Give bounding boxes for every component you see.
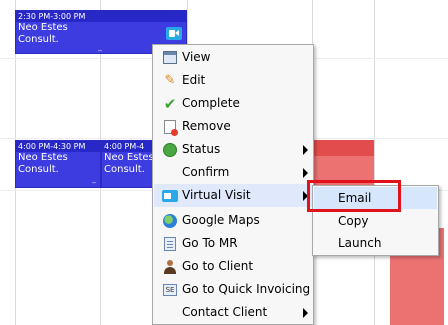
menu-item-confirm[interactable]: Confirm xyxy=(154,161,312,184)
appointment-type: Consult. xyxy=(104,164,145,175)
highlight-annotation-box xyxy=(307,180,401,212)
appointment-time: 4:00 PM-4:30 PM xyxy=(16,141,100,152)
menu-item-label: Edit xyxy=(182,73,206,87)
menu-item-label: Complete xyxy=(182,96,240,110)
menu-item-status[interactable]: Status xyxy=(154,138,312,161)
resize-handle[interactable]: _ xyxy=(92,174,96,183)
submenu-item-copy[interactable]: Copy xyxy=(314,210,437,232)
globe-icon xyxy=(162,213,178,228)
appointment-time: 4:00 PM-4 xyxy=(102,141,155,152)
menu-item-label: View xyxy=(182,50,211,64)
status-block[interactable] xyxy=(312,140,374,156)
resize-handle[interactable]: _ xyxy=(98,42,102,51)
menu-item-label: Remove xyxy=(182,119,231,133)
appointment-context-menu: View ✎ Edit ✔ Complete Remove Status Con… xyxy=(152,44,314,325)
menu-item-remove[interactable]: Remove xyxy=(154,115,312,138)
video-camera-icon xyxy=(162,188,178,203)
view-icon xyxy=(162,50,178,65)
grid-line xyxy=(374,0,375,325)
menu-item-quick-invoicing[interactable]: SE Go to Quick Invoicing xyxy=(154,278,312,301)
menu-item-edit[interactable]: ✎ Edit xyxy=(154,69,312,92)
submenu-item-launch[interactable]: Launch xyxy=(314,232,437,254)
document-icon xyxy=(162,236,178,251)
menu-item-label: Contact Client xyxy=(182,305,268,319)
menu-item-view[interactable]: View xyxy=(154,46,312,69)
menu-item-go-to-mr[interactable]: Go To MR xyxy=(154,232,312,255)
menu-item-label: Go To MR xyxy=(182,236,238,250)
menu-item-virtual-visit[interactable]: Virtual Visit xyxy=(154,184,312,207)
appointment-client: Neo Estes xyxy=(18,22,68,33)
submenu-arrow-icon xyxy=(303,168,308,178)
menu-item-label: Go to Client xyxy=(182,259,254,273)
invoice-icon: SE xyxy=(162,282,178,297)
menu-item-go-to-client[interactable]: Go to Client xyxy=(154,255,312,278)
submenu-arrow-icon xyxy=(303,145,308,155)
appointment-client: Neo Estes xyxy=(18,152,68,163)
menu-item-contact-client[interactable]: Contact Client xyxy=(154,301,312,324)
remove-icon xyxy=(162,119,178,136)
video-camera-icon[interactable] xyxy=(166,27,182,40)
menu-item-complete[interactable]: ✔ Complete xyxy=(154,92,312,115)
submenu-arrow-icon xyxy=(303,308,308,318)
menu-item-google-maps[interactable]: Google Maps xyxy=(154,209,312,232)
appointment-block[interactable]: 4:00 PM-4 Neo Estes Consult. xyxy=(101,140,156,188)
menu-item-label: Confirm xyxy=(182,165,230,179)
edit-pencil-icon: ✎ xyxy=(164,73,176,88)
status-icon xyxy=(162,142,178,157)
appointment-time: 2:30 PM-3:00 PM xyxy=(16,11,186,22)
appointment-block[interactable]: 4:00 PM-4:30 PM Neo Estes Consult. _ xyxy=(15,140,101,188)
appointment-client: Neo Estes xyxy=(104,152,154,163)
menu-item-label: Google Maps xyxy=(182,213,260,227)
menu-item-label: Status xyxy=(182,142,221,156)
menu-item-label: Go to Quick Invoicing xyxy=(182,282,311,296)
appointment-type: Consult. xyxy=(18,164,59,175)
status-block[interactable] xyxy=(390,255,444,325)
person-icon xyxy=(162,259,178,274)
checkmark-icon: ✔ xyxy=(163,94,177,113)
menu-item-label: Virtual Visit xyxy=(182,188,251,202)
